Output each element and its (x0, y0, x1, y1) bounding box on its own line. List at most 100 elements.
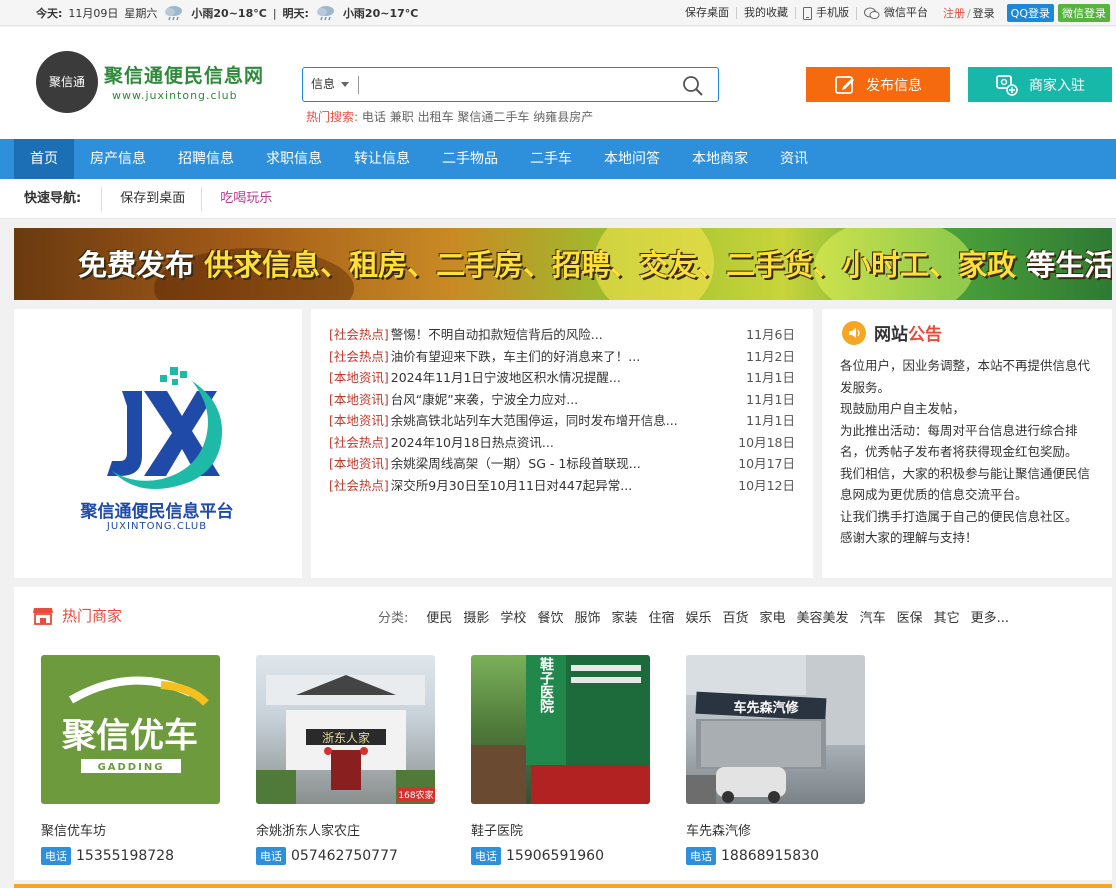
logo-title: 聚信通便民信息网 (104, 65, 265, 87)
quick-food-fun[interactable]: 吃喝玩乐 (202, 187, 288, 211)
wechat-platform-label: 微信平台 (883, 6, 928, 19)
phone-tag: 电话 (41, 847, 71, 865)
merchant-image[interactable]: 车先森汽修 (686, 655, 865, 804)
notice-body: 各位用户，因业务调整，本站不再提供信息代发服务。 现鼓励用户自主发帖， 为此推出… (840, 355, 1096, 549)
today-weekday: 星期六 (124, 7, 158, 20)
merchant-name[interactable]: 聚信优车坊 (41, 820, 220, 839)
nav-item-housing[interactable]: 房产信息 (74, 139, 162, 179)
mobile-version-link[interactable]: 手机版 (796, 6, 857, 20)
category-item[interactable]: 医保 (897, 607, 923, 626)
search-category-label: 信息 (311, 77, 336, 91)
promo-banner[interactable]: 免费发布 供求信息、租房、二手房、招聘、交友、二手货、小时工、家政 等生活分类信… (14, 228, 1112, 300)
nav-item-usedcar[interactable]: 二手车 (514, 139, 588, 179)
category-item[interactable]: 便民 (426, 607, 452, 626)
news-list: [社会热点] 警惕！不明自动扣款短信背后的风险... 11月6日 [社会热点] 油价有… (329, 323, 795, 495)
hot-keyword[interactable]: 聚信通二手车 (457, 110, 529, 124)
nav-item-qa[interactable]: 本地问答 (588, 139, 676, 179)
chevron-down-icon (341, 82, 350, 87)
category-label: 分类: (378, 611, 409, 626)
mobile-version-label: 手机版 (815, 6, 849, 19)
category-more[interactable]: 更多... (971, 607, 1009, 626)
quick-save-desktop[interactable]: 保存到桌面 (102, 186, 203, 211)
svg-text:鞋子医院: 鞋子医院 (538, 656, 554, 714)
news-item[interactable]: [社会热点] 2024年10月18日热点资讯... 10月18日 (329, 431, 795, 453)
category-item[interactable]: 其它 (934, 607, 960, 626)
today-label: 今天: (36, 7, 63, 20)
site-logo[interactable]: 聚信通 聚信通便民信息网 www.juxintong.club (36, 51, 276, 115)
register-link[interactable]: 注册 (935, 5, 967, 21)
hot-searches: 热门搜索: 电话 兼职 出租车 聚信通二手车 纳雍县房产 (306, 108, 593, 125)
merchant-name[interactable]: 余姚浙东人家农庄 (256, 820, 435, 839)
category-item[interactable]: 服饰 (574, 607, 600, 626)
merchant-card[interactable]: 浙东人家 168农家 余姚浙东人家农庄 电话 057462750777 (256, 655, 435, 865)
nav-item-jobseek[interactable]: 求职信息 (250, 139, 338, 179)
news-item[interactable]: [社会热点] 深交所9月30日至10月11日对447起异常... 10月12日 (329, 474, 795, 496)
nav-item-news[interactable]: 资讯 (764, 139, 824, 179)
today-date: 11月09日 (68, 7, 119, 20)
hot-keyword[interactable]: 电话 (362, 110, 386, 124)
store-plus-icon (996, 74, 1018, 96)
news-item[interactable]: [社会热点] 警惕！不明自动扣款短信背后的风险... 11月6日 (329, 323, 795, 345)
category-item[interactable]: 娱乐 (686, 607, 712, 626)
category-item[interactable]: 汽车 (860, 607, 886, 626)
weather-separator: | (272, 6, 277, 20)
svg-text:车先森汽修: 车先森汽修 (733, 700, 799, 716)
category-item[interactable]: 学校 (500, 607, 526, 626)
banner-text: 免费发布 供求信息、租房、二手房、招聘、交友、二手货、小时工、家政 等生活分类信… (78, 248, 1112, 282)
category-item[interactable]: 美容美发 (797, 607, 849, 626)
platform-title: 聚信通便民信息平台 (80, 502, 234, 522)
store-icon (33, 607, 53, 625)
nav-item-recruit[interactable]: 招聘信息 (162, 139, 250, 179)
qq-login-button[interactable]: QQ登录 (1006, 4, 1054, 22)
svg-text:GADDING: GADDING (98, 762, 165, 773)
platform-subtitle: JUXINTONG.CLUB (106, 521, 208, 532)
search-category-select[interactable]: 信息 (311, 68, 350, 101)
merchant-card[interactable]: 车先森汽修 车先森汽修 电话 18868915830 (686, 655, 865, 865)
merchant-name[interactable]: 车先森汽修 (686, 820, 865, 839)
news-item[interactable]: [本地资讯] 台风“康妮”来袭，宁波全力应对... 11月1日 (329, 388, 795, 410)
category-item[interactable]: 家装 (611, 607, 637, 626)
search-divider (358, 76, 359, 94)
notice-line: 我们相信，大家的积极参与能让聚信通便民信息网成为更优质的信息交流平台。 (840, 465, 1091, 503)
news-item[interactable]: [本地资讯] 余姚高铁北站列车大范围停运，同时发布增开信息... 11月1日 (329, 409, 795, 431)
nav-item-secondhand[interactable]: 二手物品 (426, 139, 514, 179)
rain-cloud-icon (163, 4, 185, 22)
news-item[interactable]: [本地资讯] 2024年11月1日宁波地区积水情况提醒... 11月1日 (329, 366, 795, 388)
platform-logo: 聚信通便民信息平台 JUXINTONG.CLUB (72, 361, 242, 532)
nav-item-home[interactable]: 首页 (14, 139, 74, 179)
login-link[interactable]: 登录 (971, 5, 1007, 21)
hot-keyword[interactable]: 出租车 (418, 110, 454, 124)
post-info-button[interactable]: 发布信息 (806, 67, 950, 102)
wechat-login-button[interactable]: 微信登录 (1058, 4, 1110, 22)
category-item[interactable]: 餐饮 (537, 607, 563, 626)
notice-line: 为此推出活动：每周对平台信息进行综合排名，优秀帖子发布者将获得现金红包奖励。 (840, 422, 1078, 460)
merchant-image[interactable]: 浙东人家 168农家 (256, 655, 435, 804)
merchant-name[interactable]: 鞋子医院 (471, 820, 650, 839)
news-item[interactable]: [社会热点] 油价有望迎来下跌，车主们的好消息来了！... 11月2日 (329, 345, 795, 367)
notice-line: 感谢大家的理解与支持！ (840, 530, 978, 545)
wechat-platform-link[interactable]: 微信平台 (857, 7, 935, 20)
merchant-card[interactable]: 鞋子医院 鞋子医院 电话 15906591960 (471, 655, 650, 865)
news-item[interactable]: [本地资讯] 余姚梁周线高架（一期）SG - 1标段首联现... 10月17日 (329, 452, 795, 474)
merchant-join-button[interactable]: 商家入驻 (968, 67, 1112, 102)
search-input[interactable] (365, 70, 665, 99)
hot-keyword[interactable]: 兼职 (390, 110, 414, 124)
phone-icon (802, 6, 812, 20)
my-favorites-link[interactable]: 我的收藏 (737, 7, 796, 19)
notice-title: 网站 公告 (842, 320, 942, 345)
nav-item-merchants[interactable]: 本地商家 (676, 139, 764, 179)
jx-logo-icon (107, 367, 222, 489)
category-item[interactable]: 家电 (760, 607, 786, 626)
category-item[interactable]: 摄影 (463, 607, 489, 626)
hot-keyword[interactable]: 纳雍县房产 (533, 110, 593, 124)
merchant-image[interactable]: 鞋子医院 (471, 655, 650, 804)
notice-line: 各位用户，因业务调整，本站不再提供信息代发服务。 (840, 358, 1091, 395)
merchant-image[interactable]: 聚信优车 GADDING (41, 655, 220, 804)
merchant-card[interactable]: 聚信优车 GADDING 聚信优车坊 电话 15355198728 (41, 655, 220, 865)
edit-icon (835, 75, 854, 94)
category-item[interactable]: 百货 (723, 607, 749, 626)
search-icon[interactable] (682, 75, 704, 97)
category-item[interactable]: 住宿 (648, 607, 674, 626)
nav-item-transfer[interactable]: 转让信息 (338, 139, 426, 179)
save-desktop-link[interactable]: 保存桌面 (678, 7, 737, 19)
